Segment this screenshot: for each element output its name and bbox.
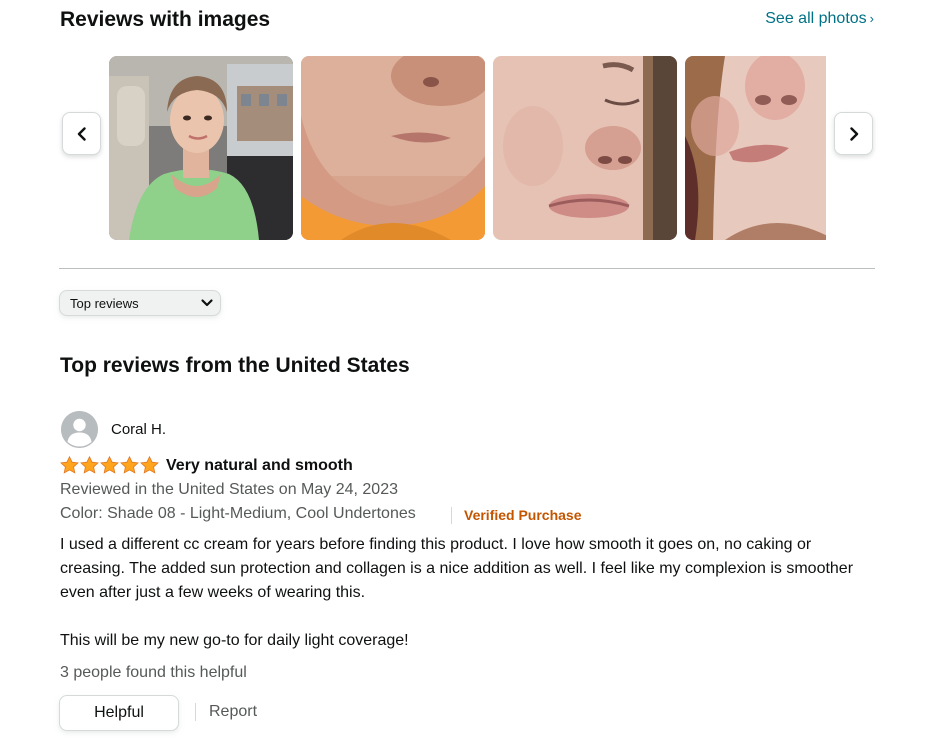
- top-reviews-heading: Top reviews from the United States: [60, 354, 410, 377]
- star-icon: [100, 456, 119, 474]
- verified-purchase-badge: Verified Purchase: [464, 507, 582, 523]
- review-image-thumbnail[interactable]: [109, 56, 293, 240]
- reviewer-name[interactable]: Coral H.: [111, 421, 166, 438]
- review-title[interactable]: Very natural and smooth: [166, 457, 353, 475]
- review-body-paragraph: This will be my new go-to for daily ligh…: [60, 632, 409, 649]
- chevron-right-icon: [849, 126, 858, 141]
- section-divider: [59, 268, 875, 269]
- carousel-next-button[interactable]: [834, 112, 873, 155]
- review-image-thumbnail[interactable]: [493, 56, 677, 240]
- chevron-left-icon: [77, 126, 86, 141]
- variant-separator: [451, 507, 452, 524]
- review-image-thumbnail[interactable]: [301, 56, 485, 240]
- star-rating[interactable]: [60, 456, 159, 474]
- action-separator: [195, 703, 196, 721]
- carousel-prev-button[interactable]: [62, 112, 101, 155]
- star-icon: [140, 456, 159, 474]
- sort-reviews-dropdown[interactable]: Top reviews: [59, 290, 221, 316]
- star-icon: [60, 456, 79, 474]
- star-icon: [120, 456, 139, 474]
- reviews-with-images-title: Reviews with images: [60, 8, 271, 31]
- avatar: [61, 411, 98, 448]
- review-images-carousel: [109, 56, 826, 240]
- review-body: I used a different cc cream for years be…: [60, 533, 880, 653]
- helpful-button[interactable]: Helpful: [59, 695, 179, 731]
- chevron-down-icon: [201, 299, 213, 307]
- star-icon: [80, 456, 99, 474]
- review-variant-link[interactable]: Color: Shade 08 - Light-Medium, Cool Und…: [60, 505, 416, 523]
- review-date: Reviewed in the United States on May 24,…: [60, 481, 398, 498]
- sort-selected-value: Top reviews: [70, 296, 139, 311]
- default-user-icon: [61, 411, 98, 448]
- chevron-right-small-icon: ›: [869, 11, 874, 26]
- review-body-paragraph: I used a different cc cream for years be…: [60, 536, 854, 601]
- helpful-count: 3 people found this helpful: [60, 664, 247, 681]
- report-link[interactable]: Report: [209, 703, 257, 721]
- review-image-thumbnail[interactable]: [685, 56, 826, 240]
- see-all-photos-link[interactable]: See all photos ›: [765, 10, 874, 28]
- see-all-photos-label: See all photos: [765, 10, 867, 27]
